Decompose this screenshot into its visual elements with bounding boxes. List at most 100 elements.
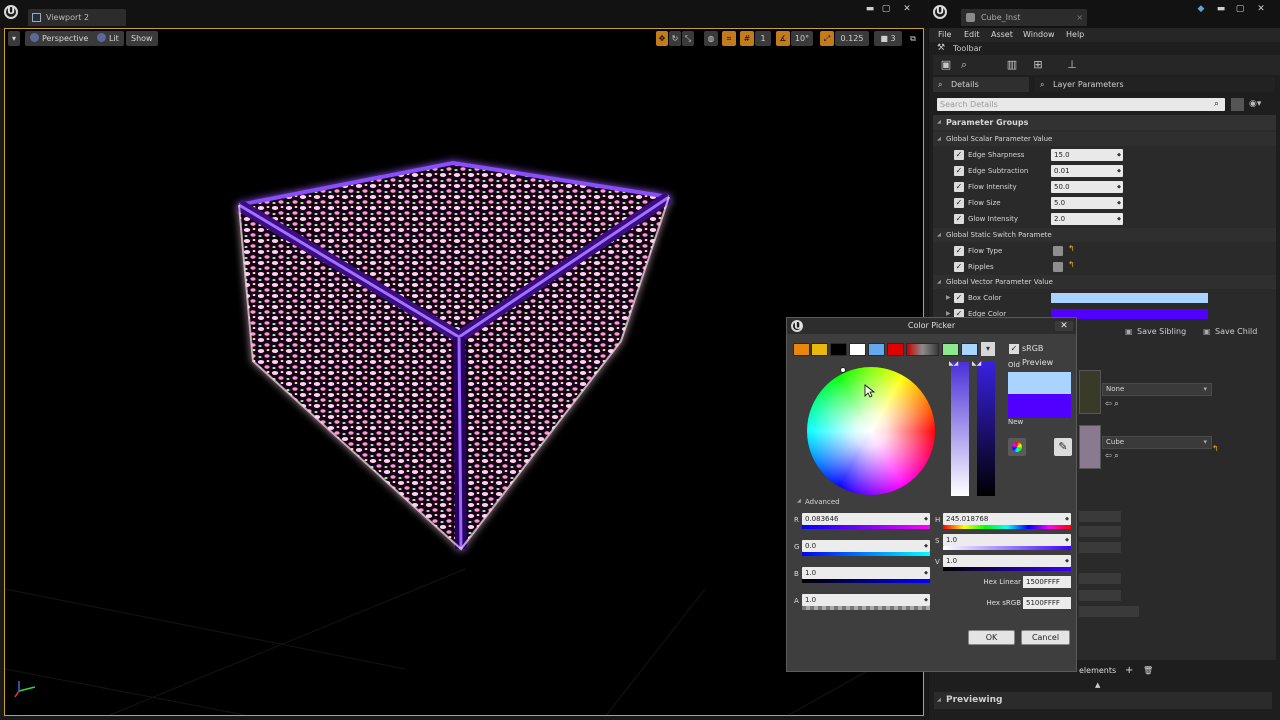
value-slider[interactable] [977, 362, 995, 496]
swatch[interactable] [961, 343, 978, 356]
param-value-field[interactable]: 0.01 [1051, 165, 1123, 177]
tab-layer-parameters[interactable]: ⌕ Layer Parameters [1035, 77, 1275, 92]
h-field[interactable]: 245.018768 [943, 513, 1071, 525]
parent-thumbnail[interactable] [1079, 370, 1101, 414]
close-icon[interactable]: ✕ [901, 4, 913, 14]
preview-mesh-dropdown[interactable]: Cube [1102, 436, 1212, 449]
r-field[interactable]: 0.083646 [802, 513, 930, 525]
mesh-reset-arrow-icon[interactable]: ↰ [1212, 444, 1219, 453]
editor-minimize-icon[interactable]: ▬ [1215, 4, 1227, 14]
previewing-header[interactable]: Previewing [934, 692, 1272, 709]
scale-tool-icon[interactable]: ⤡ [682, 31, 694, 46]
swatch[interactable] [868, 343, 885, 356]
menu-edit[interactable]: Edit [964, 28, 980, 42]
camera-speed-button[interactable]: ■ 3 [874, 31, 902, 46]
param-checkbox[interactable]: ✓ [954, 262, 964, 272]
v-field[interactable]: 1.0 [943, 555, 1071, 567]
search-icon[interactable]: ⌕ [1214, 99, 1225, 110]
viewport-options-button[interactable]: ▾ [8, 31, 20, 46]
search-details-input[interactable]: Search Details [937, 98, 1225, 111]
reset-arrow-icon[interactable]: ↰ [1068, 260, 1075, 269]
v-gradient[interactable] [943, 567, 1071, 571]
hex-srgb-field[interactable]: 5100FFFF [1023, 597, 1071, 609]
param-value-field[interactable]: 50.0 [1051, 181, 1123, 193]
minimize-icon[interactable]: ▬ [864, 4, 876, 14]
menu-window[interactable]: Window [1023, 28, 1055, 42]
reset-arrow-icon[interactable]: ↰ [1068, 244, 1075, 253]
a-field[interactable]: 1.0 [802, 594, 930, 606]
rotation-snap-icon[interactable]: ∡ [776, 31, 790, 46]
grid-snap-value[interactable]: 1 [755, 31, 771, 46]
menu-file[interactable]: File [938, 28, 951, 42]
parent-dropdown[interactable]: None [1102, 383, 1212, 396]
slider-handle-icon[interactable]: ◣◢ [972, 360, 981, 367]
maximize-icon[interactable]: ▢ [880, 4, 892, 14]
save-child-button[interactable]: Save Child [1201, 325, 1257, 339]
vector-group-header[interactable]: Global Vector Parameter Value [933, 275, 1276, 289]
param-value-field[interactable]: 2.0 [1051, 213, 1123, 225]
param-checkbox[interactable]: ✓ [954, 246, 964, 256]
switch-toggle[interactable] [1053, 262, 1063, 272]
editor-maximize-icon[interactable]: ▢ [1234, 4, 1246, 14]
save-sibling-button[interactable]: Save Sibling [1123, 325, 1186, 339]
r-gradient[interactable] [802, 525, 930, 529]
old-color-swatch[interactable] [1008, 372, 1071, 394]
tab-details[interactable]: ⌕ Details [933, 77, 1029, 92]
param-checkbox[interactable]: ✓ [954, 150, 964, 160]
rotate-tool-icon[interactable]: ↻ [669, 31, 681, 46]
swatch[interactable] [830, 343, 847, 356]
srgb-preview-checkbox[interactable]: ✓ [1009, 344, 1019, 354]
menu-help[interactable]: Help [1066, 28, 1084, 42]
advanced-toggle[interactable]: Advanced [797, 498, 840, 506]
scale-snap-value[interactable]: 0.125 [835, 31, 869, 46]
param-checkbox[interactable]: ✓ [954, 166, 964, 176]
stats-icon[interactable]: ▥ [1005, 58, 1019, 72]
use-selected-icon[interactable]: ⇦ ⌕ [1105, 399, 1119, 409]
param-checkbox[interactable]: ✓ [954, 293, 964, 303]
expand-arrow-icon[interactable]: ▶ [946, 290, 951, 306]
s-field[interactable]: 1.0 [943, 534, 1071, 546]
param-value-field[interactable]: 5.0 [1051, 197, 1123, 209]
swatch[interactable] [942, 343, 959, 356]
preview-mesh-thumbnail[interactable] [1079, 425, 1101, 469]
swatch[interactable] [811, 343, 828, 356]
scalar-group-header[interactable]: Global Scalar Parameter Value [933, 132, 1276, 146]
g-gradient[interactable] [802, 552, 930, 556]
g-field[interactable]: 0.0 [802, 540, 930, 552]
hex-linear-field[interactable]: 1500FFFF [1023, 576, 1071, 588]
view-options-icon[interactable] [1231, 98, 1244, 111]
param-checkbox[interactable]: ✓ [954, 214, 964, 224]
grid-snap-icon[interactable]: # [740, 31, 754, 46]
editor-tab[interactable]: Cube_Inst × [961, 9, 1087, 26]
eyedropper-icon[interactable]: ✎ [1054, 438, 1072, 456]
wheel-selector[interactable] [840, 367, 846, 373]
surface-snap-icon[interactable]: ⌗ [722, 31, 736, 46]
perspective-button[interactable]: Perspective [25, 31, 94, 46]
parameter-groups-header[interactable]: Parameter Groups [933, 115, 1276, 130]
tab-close-icon[interactable]: × [1076, 9, 1083, 26]
trash-icon[interactable]: 🗑 [1143, 664, 1153, 678]
swatch[interactable] [793, 343, 810, 356]
swatch[interactable] [887, 343, 904, 356]
swatch[interactable] [906, 343, 939, 356]
a-gradient[interactable] [802, 606, 930, 610]
add-element-icon[interactable]: + [1125, 664, 1133, 678]
cancel-button[interactable]: Cancel [1021, 630, 1070, 645]
slider-handle-icon[interactable]: ◣◢ [949, 360, 958, 367]
b-gradient[interactable] [802, 579, 930, 583]
hierarchy-icon[interactable]: ⊞ [1031, 58, 1045, 72]
lit-button[interactable]: Lit [92, 31, 124, 46]
param-checkbox[interactable]: ✓ [954, 182, 964, 192]
viewport-tab[interactable]: Viewport 2 [28, 9, 126, 26]
save-icon[interactable]: ▣ [939, 58, 953, 72]
h-gradient[interactable] [943, 525, 1071, 529]
show-button[interactable]: Show [126, 31, 158, 46]
s-gradient[interactable] [943, 546, 1071, 550]
b-field[interactable]: 1.0 [802, 567, 930, 579]
swatch[interactable] [849, 343, 866, 356]
picker-close-icon[interactable]: ✕ [1055, 321, 1073, 331]
swatch-dropdown-icon[interactable]: ▾ [981, 342, 995, 356]
param-checkbox[interactable]: ✓ [954, 198, 964, 208]
eye-icon[interactable]: ◉▾ [1249, 99, 1267, 110]
rotation-snap-value[interactable]: 10° [791, 31, 813, 46]
